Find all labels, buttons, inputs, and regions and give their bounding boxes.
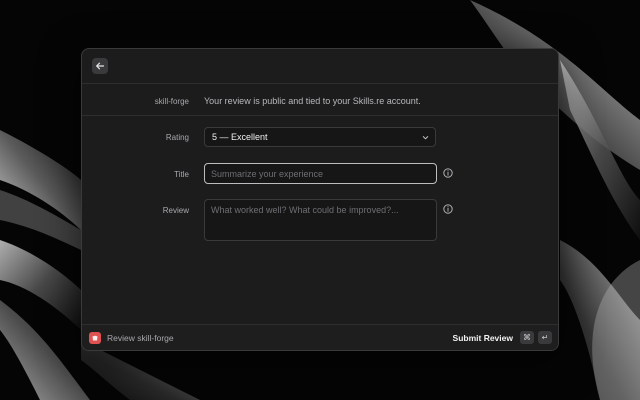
chevron-down-icon — [422, 136, 429, 140]
command-key-hint: ⌘ — [520, 331, 534, 344]
rating-label: Rating — [165, 133, 189, 142]
rating-selected-value: 5 — Excellent — [212, 132, 268, 142]
review-window: skill-forge Your review is public and ti… — [81, 48, 559, 351]
info-row: skill-forge Your review is public and ti… — [82, 84, 558, 116]
action-bar-title: Review skill-forge — [107, 333, 174, 343]
review-textarea[interactable] — [204, 199, 437, 241]
rating-select[interactable]: 5 — Excellent — [204, 127, 436, 147]
title-input[interactable] — [204, 163, 437, 184]
skill-name-label: skill-forge — [154, 97, 189, 106]
review-label: Review — [162, 206, 189, 215]
submit-review-button[interactable]: Submit Review — [453, 333, 513, 343]
action-bar: Review skill-forge Submit Review ⌘ ↵ — [82, 324, 558, 350]
skill-app-icon — [92, 335, 98, 341]
public-notice-text: Your review is public and tied to your S… — [204, 96, 421, 106]
review-info-icon[interactable] — [443, 204, 453, 214]
arrow-left-icon — [96, 62, 105, 70]
title-info-icon[interactable] — [443, 168, 453, 178]
title-label: Title — [174, 170, 189, 179]
enter-key-hint: ↵ — [538, 331, 552, 344]
desktop-background: skill-forge Your review is public and ti… — [0, 0, 640, 400]
back-button[interactable] — [92, 58, 108, 74]
app-icon — [89, 332, 101, 344]
window-header — [82, 49, 558, 84]
